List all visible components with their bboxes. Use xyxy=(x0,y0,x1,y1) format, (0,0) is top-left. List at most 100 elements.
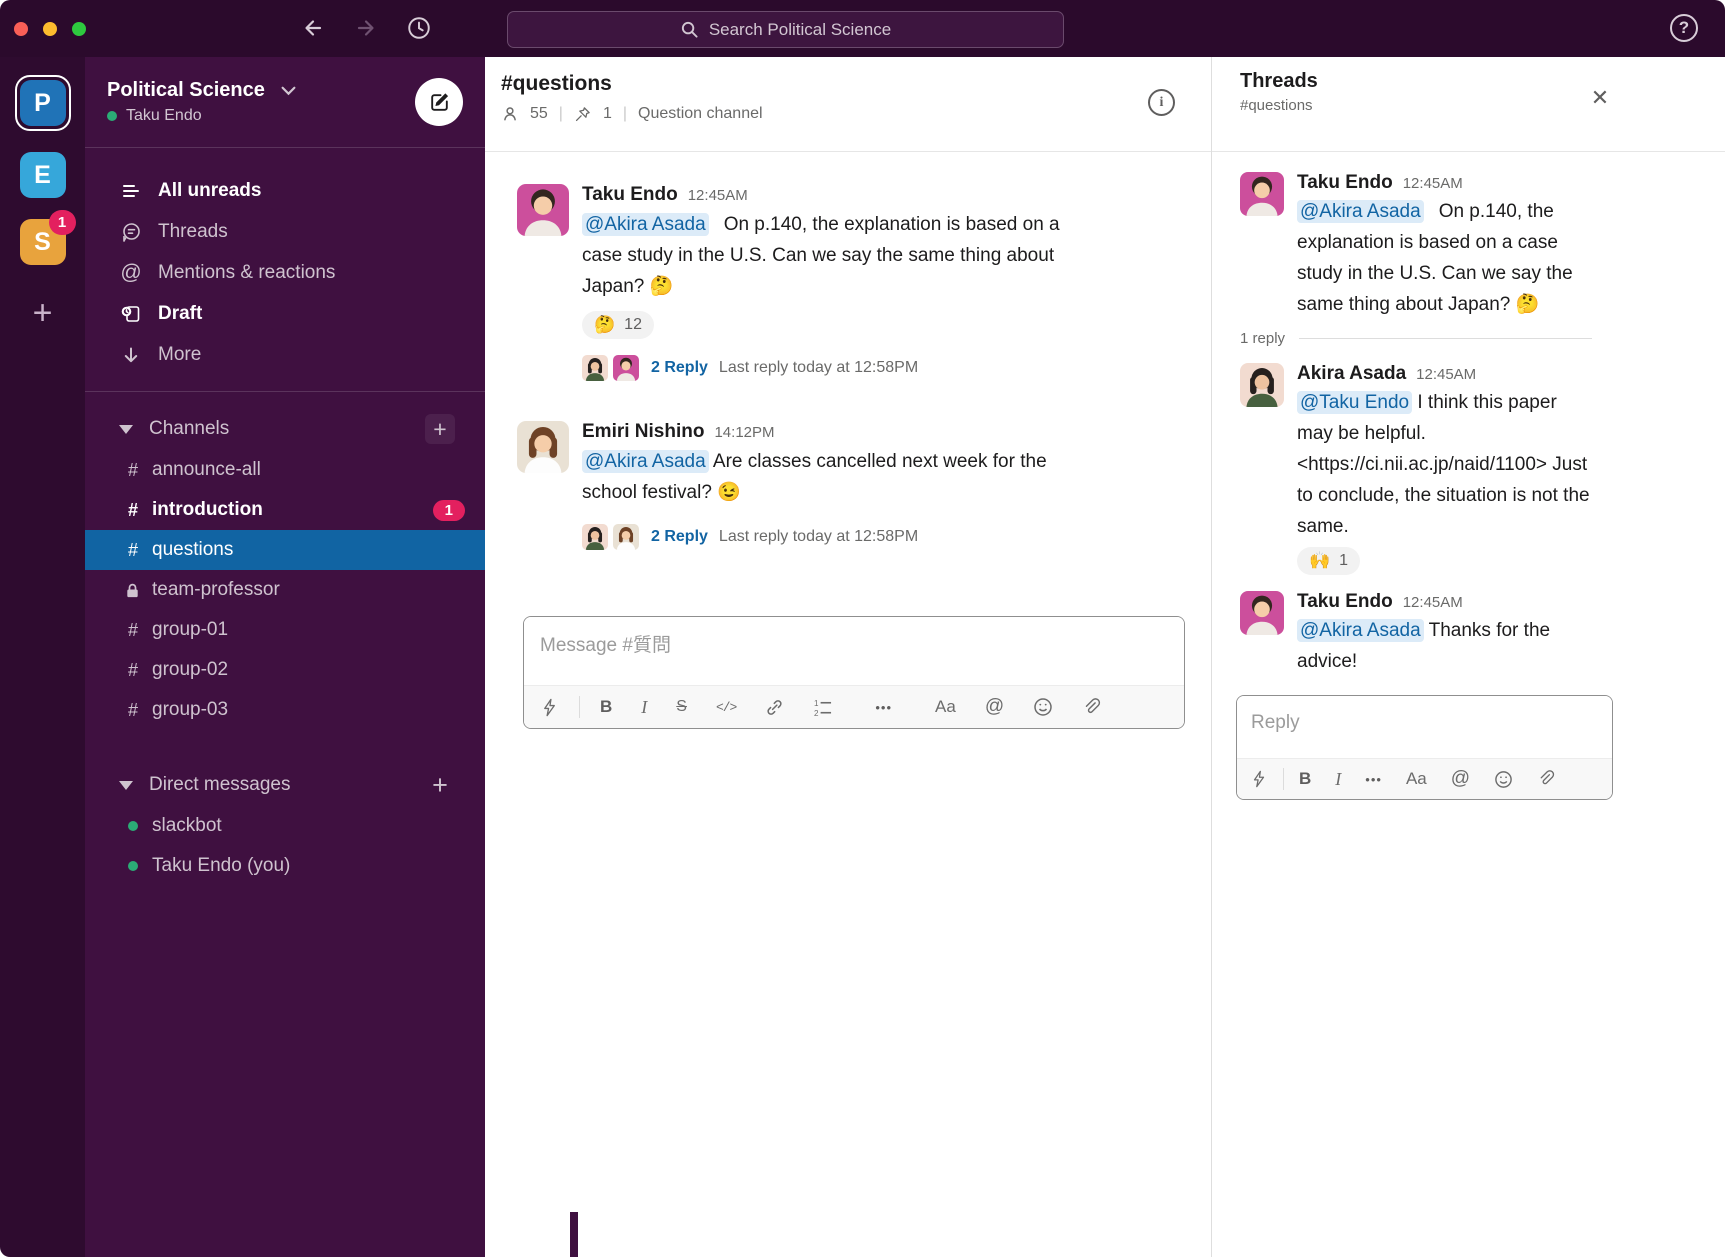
user-mention[interactable]: @Taku Endo xyxy=(1297,391,1412,414)
thread-header: Threads #questions ✕ xyxy=(1212,57,1725,152)
mention-button[interactable]: @ xyxy=(985,696,1004,718)
thread-reply-bar[interactable]: 2 Reply Last reply today at 12:58PM xyxy=(582,355,1077,381)
sidebar-channel-group-02[interactable]: # group-02 xyxy=(85,650,485,690)
code-button[interactable]: </> xyxy=(716,696,736,718)
channel-topic[interactable]: Question channel xyxy=(638,105,763,123)
sidebar-channel-announce-all[interactable]: # announce-all xyxy=(85,450,485,490)
back-arrow-icon xyxy=(301,16,325,40)
attach-button[interactable] xyxy=(1082,696,1101,718)
channel-info-button[interactable]: i xyxy=(1148,89,1175,116)
reply-count-link[interactable]: 2 Reply xyxy=(651,359,708,377)
toolbar-divider xyxy=(1283,768,1284,790)
sidebar-channel-questions[interactable]: # questions xyxy=(85,530,485,570)
channels-section: Channels + # announce-all # introduction… xyxy=(85,408,485,730)
add-channel-button[interactable]: + xyxy=(425,414,455,444)
message-author[interactable]: Taku Endo xyxy=(1297,591,1393,613)
smiley-icon xyxy=(1494,770,1513,789)
pinned-count[interactable]: 1 xyxy=(603,105,612,123)
threads-icon xyxy=(120,221,142,243)
sidebar-item-more[interactable]: More xyxy=(85,334,485,375)
bold-button[interactable]: B xyxy=(1299,768,1311,790)
close-icon: ✕ xyxy=(1591,85,1609,111)
workspace-rail: P E S 1 + xyxy=(0,57,85,1257)
sidebar-item-threads[interactable]: Threads xyxy=(85,211,485,252)
new-message-button[interactable] xyxy=(415,78,463,126)
message-author[interactable]: Taku Endo xyxy=(582,184,678,206)
more-actions-button[interactable]: ••• xyxy=(1365,768,1382,790)
channel-name: team-professor xyxy=(152,579,280,601)
message-author[interactable]: Taku Endo xyxy=(1297,172,1393,194)
presence-dot xyxy=(128,861,138,871)
user-mention[interactable]: @Akira Asada xyxy=(1297,619,1424,642)
emoji-button[interactable] xyxy=(1033,696,1053,718)
reaction-count: 1 xyxy=(1339,552,1348,570)
zoom-button[interactable] xyxy=(72,22,86,36)
avatar[interactable] xyxy=(1240,363,1284,407)
sidebar-divider xyxy=(85,391,485,392)
workspace-s[interactable]: S 1 xyxy=(20,219,66,265)
italic-button[interactable]: I xyxy=(1335,768,1341,790)
dm-section-header[interactable]: Direct messages + xyxy=(85,764,485,806)
member-count[interactable]: 55 xyxy=(530,105,548,123)
more-actions-button[interactable]: ••• xyxy=(875,696,892,718)
sidebar-item-draft[interactable]: Draft xyxy=(85,293,485,334)
presence-dot xyxy=(128,821,138,831)
minimize-button[interactable] xyxy=(43,22,57,36)
sidebar-channel-introduction[interactable]: # introduction 1 xyxy=(85,490,485,530)
close-thread-button[interactable]: ✕ xyxy=(1587,85,1613,111)
avatar[interactable] xyxy=(1240,172,1284,216)
close-button[interactable] xyxy=(14,22,28,36)
sidebar-channel-team-professor[interactable]: team-professor xyxy=(85,570,485,610)
shortcuts-button[interactable] xyxy=(540,696,559,718)
thread-title: Threads xyxy=(1240,70,1725,93)
search-bar[interactable]: Search Political Science xyxy=(507,11,1064,48)
user-mention[interactable]: @Akira Asada xyxy=(582,213,709,236)
avatar[interactable] xyxy=(517,184,569,236)
current-user-name: Taku Endo xyxy=(126,107,202,125)
text-format-button[interactable]: Aa xyxy=(935,696,956,718)
bold-button[interactable]: B xyxy=(600,696,612,718)
user-mention[interactable]: @Akira Asada xyxy=(582,450,709,473)
strikethrough-button[interactable]: S xyxy=(676,696,687,718)
avatar[interactable] xyxy=(1240,591,1284,635)
avatar[interactable] xyxy=(517,421,569,473)
sidebar-item-all-unreads[interactable]: All unreads xyxy=(85,170,485,211)
emoji-button[interactable] xyxy=(1494,768,1513,790)
reply-input[interactable] xyxy=(1237,696,1612,758)
workspace-political-science[interactable]: P xyxy=(20,80,66,126)
sidebar-dm-taku-endo[interactable]: Taku Endo (you) xyxy=(85,846,485,886)
italic-button[interactable]: I xyxy=(641,696,647,718)
add-dm-button[interactable]: + xyxy=(425,770,455,800)
message-input[interactable] xyxy=(524,617,1184,685)
link-button[interactable] xyxy=(765,696,784,718)
reaction-pill[interactable]: 🙌 1 xyxy=(1297,547,1360,575)
reaction-pill[interactable]: 🤔 12 xyxy=(582,311,654,339)
text-format-button[interactable]: Aa xyxy=(1406,768,1427,790)
history-forward-button[interactable] xyxy=(353,15,379,41)
thread-reply-bar[interactable]: 2 Reply Last reply today at 12:58PM xyxy=(582,524,1077,550)
workspace-e[interactable]: E xyxy=(20,152,66,198)
sidebar-channel-group-01[interactable]: # group-01 xyxy=(85,610,485,650)
sidebar-dm-slackbot[interactable]: slackbot xyxy=(85,806,485,846)
ordered-list-button[interactable]: 12 xyxy=(813,696,832,718)
message-author[interactable]: Emiri Nishino xyxy=(582,421,704,443)
sidebar-channel-group-03[interactable]: # group-03 xyxy=(85,690,485,730)
help-button[interactable]: ? xyxy=(1670,14,1698,42)
dm-name: slackbot xyxy=(152,815,222,837)
history-menu-button[interactable] xyxy=(406,15,432,41)
channels-section-header[interactable]: Channels + xyxy=(85,408,485,450)
history-back-button[interactable] xyxy=(300,15,326,41)
attach-button[interactable] xyxy=(1537,768,1555,790)
channel-name: introduction xyxy=(152,499,263,521)
shortcuts-button[interactable] xyxy=(1250,768,1268,790)
chevron-down-icon xyxy=(281,86,296,96)
workspace-name: Political Science xyxy=(107,79,265,102)
mention-button[interactable]: @ xyxy=(1451,768,1470,790)
user-mention[interactable]: @Akira Asada xyxy=(1297,200,1424,223)
add-workspace-button[interactable]: + xyxy=(33,294,53,333)
reply-count-link[interactable]: 2 Reply xyxy=(651,528,708,546)
message-author[interactable]: Akira Asada xyxy=(1297,363,1406,385)
workspace-menu[interactable]: Political Science xyxy=(107,79,296,102)
sidebar-item-mentions[interactable]: @ Mentions & reactions xyxy=(85,252,485,293)
sidebar: Political Science Taku Endo All unreads xyxy=(85,57,485,1257)
